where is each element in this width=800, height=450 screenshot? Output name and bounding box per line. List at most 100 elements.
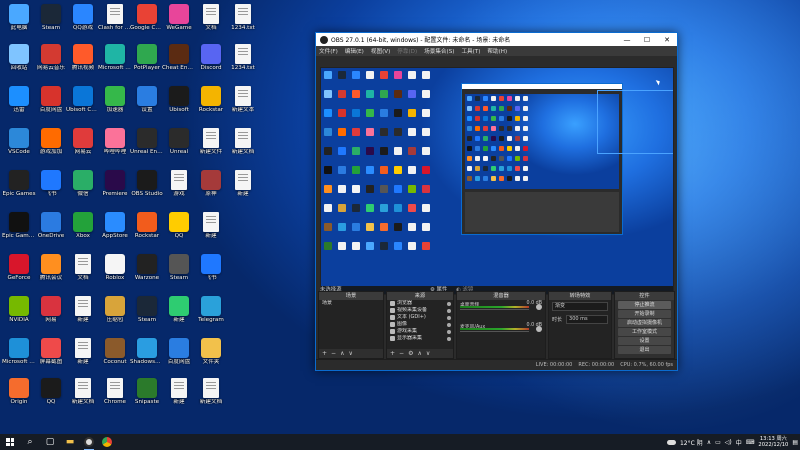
move-source-up-button[interactable]: ∧ xyxy=(417,350,421,357)
desktop-icon[interactable]: 1234.txt xyxy=(226,2,260,40)
source-item[interactable]: 文本 (GDI+) xyxy=(387,314,453,321)
sources-list[interactable]: 浏览器 视频采集设备 文本 (GDI+) 图像 游戏采集 显示器采集 xyxy=(387,300,453,349)
desktop-icon[interactable]: Shadowsocks xyxy=(130,336,164,374)
volume-slider[interactable] xyxy=(460,309,529,310)
desktop-icon[interactable]: OBS Studio xyxy=(130,168,164,206)
desktop-icon[interactable]: 新建文本 xyxy=(226,84,260,122)
desktop-icon[interactable]: PotPlayer xyxy=(130,42,164,80)
desktop-icon[interactable]: 哔哩哔哩 xyxy=(98,126,132,164)
desktop-icon[interactable]: 腾讯视频 xyxy=(66,42,100,80)
obs-window[interactable]: OBS 27.0.1 (64-bit, windows) - 配置文件: 未命名… xyxy=(315,32,678,371)
desktop-icon[interactable]: Epic Games xyxy=(2,168,36,206)
desktop-icon[interactable]: Rockstar xyxy=(130,210,164,248)
desktop-icon[interactable]: 文档 xyxy=(194,2,228,40)
desktop-icon[interactable]: 网易 xyxy=(34,294,68,332)
start-button[interactable] xyxy=(0,434,20,450)
desktop-icon[interactable]: Steam xyxy=(34,2,68,40)
menu-file[interactable]: 文件(F) xyxy=(319,47,338,55)
desktop-icon[interactable]: 腾讯会议 xyxy=(34,252,68,290)
desktop-icon[interactable]: 飞书 xyxy=(194,252,228,290)
menu-edit[interactable]: 编辑(E) xyxy=(345,47,364,55)
desktop-icon[interactable]: 新建 xyxy=(66,336,100,374)
menu-help[interactable]: 帮助(H) xyxy=(487,47,507,55)
desktop-icon[interactable]: 游戏 xyxy=(162,168,196,206)
add-scene-button[interactable]: + xyxy=(322,350,327,357)
desktop-icon[interactable]: Snipaste xyxy=(130,376,164,414)
desktop-icon[interactable]: 新建文件 xyxy=(194,126,228,164)
chrome-taskbar-icon[interactable] xyxy=(98,434,116,450)
desktop-icon[interactable]: 百度网盘 xyxy=(162,336,196,374)
visibility-icon[interactable] xyxy=(447,329,451,334)
remove-source-button[interactable]: − xyxy=(399,350,404,357)
source-item[interactable]: 图像 xyxy=(387,321,453,328)
desktop-icon[interactable]: Chrome xyxy=(98,376,132,414)
desktop-icon[interactable]: OneDrive xyxy=(34,210,68,248)
visibility-icon[interactable] xyxy=(447,301,451,306)
desktop-icon[interactable]: Discord xyxy=(194,42,228,80)
maximize-button[interactable]: ☐ xyxy=(637,36,657,44)
clock[interactable]: 13:13 周六 2022/12/10 xyxy=(758,436,788,448)
minimize-button[interactable]: — xyxy=(617,36,637,44)
desktop-icon[interactable]: Steam xyxy=(130,294,164,332)
start-recording-button[interactable]: 开始录制 xyxy=(618,310,671,318)
desktop-icon[interactable]: 回收站 xyxy=(2,42,36,80)
close-button[interactable]: ✕ xyxy=(657,36,677,44)
desktop-icon[interactable]: Epic Games Launcher xyxy=(2,210,36,248)
desktop-icon[interactable]: 屏幕截图 xyxy=(34,336,68,374)
desktop-icon[interactable]: Microsoft Edge xyxy=(2,336,36,374)
volume-icon[interactable]: ◁) xyxy=(725,439,732,446)
file-explorer-icon[interactable]: ▬ xyxy=(60,434,80,450)
desktop-icon[interactable]: 飞书 xyxy=(34,168,68,206)
source-item[interactable]: 显示器采集 xyxy=(387,335,453,342)
obs-preview[interactable] xyxy=(320,67,674,295)
desktop-icon[interactable]: 新建 xyxy=(162,294,196,332)
desktop-icon[interactable]: 文档 xyxy=(66,252,100,290)
source-item[interactable]: 视频采集设备 xyxy=(387,307,453,314)
visibility-icon[interactable] xyxy=(447,315,451,320)
desktop-icon[interactable]: WeGame xyxy=(162,2,196,40)
desktop-icon[interactable]: 网易云 xyxy=(66,126,100,164)
menu-docks[interactable]: 停靠(D) xyxy=(397,47,417,55)
scenes-list[interactable]: 场景 xyxy=(319,300,383,349)
move-scene-up-button[interactable]: ∧ xyxy=(340,350,344,357)
desktop-icon[interactable]: 此电脑 xyxy=(2,2,36,40)
task-view-icon[interactable]: ▢ xyxy=(40,434,60,450)
desktop-icon[interactable]: 迅雷 xyxy=(2,84,36,122)
remove-scene-button[interactable]: − xyxy=(331,350,336,357)
desktop-icon[interactable]: Rockstar xyxy=(194,84,228,122)
transition-type-select[interactable]: 渐变 xyxy=(552,302,608,311)
move-source-down-button[interactable]: ∨ xyxy=(426,350,430,357)
notification-icon[interactable]: ▤ xyxy=(792,439,798,446)
desktop-icon[interactable]: Clash for Windows xyxy=(98,2,132,40)
desktop-icon[interactable]: Microsoft Edge xyxy=(98,42,132,80)
desktop-icon[interactable]: VSCode xyxy=(2,126,36,164)
desktop-icon[interactable]: Cheat Engine xyxy=(162,42,196,80)
settings-button[interactable]: 设置 xyxy=(618,337,671,345)
network-icon[interactable]: ▭ xyxy=(715,439,721,446)
desktop-icon[interactable]: 新建文档 xyxy=(66,376,100,414)
move-scene-down-button[interactable]: ∨ xyxy=(348,350,352,357)
desktop-icon[interactable]: 网易云音乐 xyxy=(34,42,68,80)
desktop-icon[interactable]: Telegram xyxy=(194,294,228,332)
desktop-icon[interactable]: Warzone xyxy=(130,252,164,290)
desktop-icon[interactable]: Steam xyxy=(162,252,196,290)
desktop-icon[interactable]: 压缩包 xyxy=(98,294,132,332)
desktop-icon[interactable]: Premiere xyxy=(98,168,132,206)
desktop-icon[interactable]: 新建 xyxy=(194,210,228,248)
visibility-icon[interactable] xyxy=(447,336,451,341)
obs-titlebar[interactable]: OBS 27.0.1 (64-bit, windows) - 配置文件: 未命名… xyxy=(316,33,677,46)
weather-text[interactable]: 12°C 阴 xyxy=(680,438,703,447)
start-virtual-camera-button[interactable]: 启动虚拟摄像机 xyxy=(618,319,671,327)
desktop-icon[interactable]: Roblox xyxy=(98,252,132,290)
desktop-icon[interactable]: 百度网盘 xyxy=(34,84,68,122)
desktop-icon[interactable]: 新建 xyxy=(66,294,100,332)
show-hidden-icons-chevron-icon[interactable]: ∧ xyxy=(707,439,711,446)
menu-view[interactable]: 视图(V) xyxy=(371,47,390,55)
desktop-icon[interactable]: Google Chrome xyxy=(130,2,164,40)
desktop-icon[interactable]: 新建文档 xyxy=(194,376,228,414)
speaker-icon[interactable] xyxy=(536,326,542,332)
desktop-icon[interactable]: Unreal Engine xyxy=(130,126,164,164)
desktop-icon[interactable]: Unreal xyxy=(162,126,196,164)
desktop-icon[interactable]: NVIDIA xyxy=(2,294,36,332)
desktop-icon[interactable]: 设置 xyxy=(130,84,164,122)
